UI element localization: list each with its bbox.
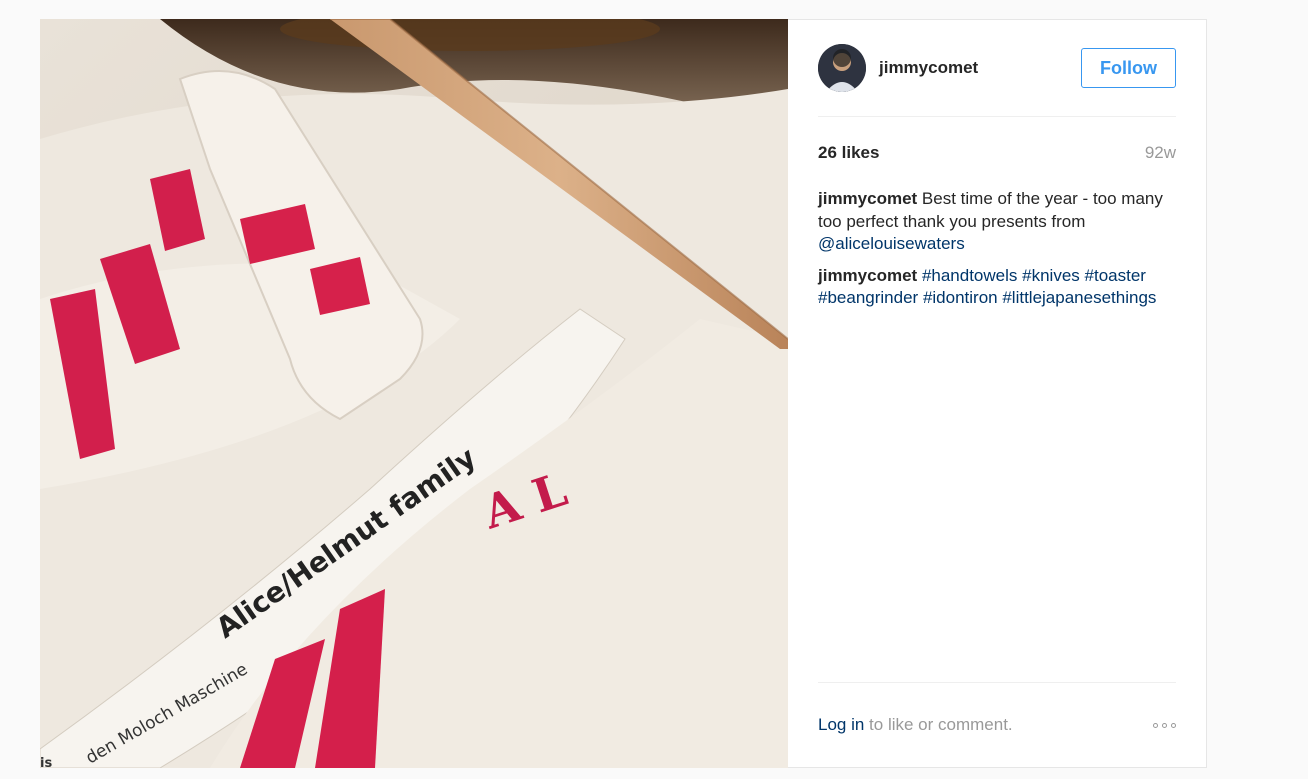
caption-comment: jimmycomet Best time of the year - too m… xyxy=(818,188,1176,256)
avatar-image xyxy=(818,44,866,92)
dot xyxy=(1162,722,1167,728)
hashtag-comment-author[interactable]: jimmycomet xyxy=(818,266,917,285)
likes-count[interactable]: 26 likes xyxy=(818,143,879,163)
hashtag-link[interactable]: #handtowels xyxy=(922,266,1017,285)
login-prompt-text: to like or comment. xyxy=(864,715,1013,734)
more-options-icon[interactable] xyxy=(1153,719,1176,732)
avatar[interactable] xyxy=(818,44,866,92)
hashtag-link[interactable]: #beangrinder xyxy=(818,288,918,307)
follow-button[interactable]: Follow xyxy=(1081,48,1176,88)
dot xyxy=(1153,722,1158,728)
post-card: Alice/Helmut family A L den Moloch Masch… xyxy=(40,19,1207,768)
hashtag-link[interactable]: #idontiron xyxy=(923,288,998,307)
header-username[interactable]: jimmycomet xyxy=(879,58,978,78)
post-header: jimmycomet Follow xyxy=(818,20,1176,117)
photo-side-letters: is xyxy=(40,756,52,768)
login-link[interactable]: Log in xyxy=(818,715,864,734)
post-age[interactable]: 92w xyxy=(1145,143,1176,163)
caption-author[interactable]: jimmycomet xyxy=(818,189,917,208)
login-prompt: Log in to like or comment. xyxy=(818,715,1013,735)
post-sidebar: jimmycomet Follow 26 likes 92w jimmycome… xyxy=(788,20,1206,767)
hashtag-link[interactable]: #littlejapanesethings xyxy=(1002,288,1156,307)
dot xyxy=(1171,722,1176,728)
comments-list: jimmycomet Best time of the year - too m… xyxy=(818,188,1176,310)
post-meta: 26 likes 92w xyxy=(818,143,1176,163)
hashtag-comment: jimmycomet #handtowels #knives #toaster … xyxy=(818,265,1176,310)
photo-illustration: Alice/Helmut family A L den Moloch Masch… xyxy=(40,19,788,768)
hashtag-link[interactable]: #toaster xyxy=(1085,266,1146,285)
post-footer: Log in to like or comment. xyxy=(818,682,1176,767)
post-photo[interactable]: Alice/Helmut family A L den Moloch Masch… xyxy=(40,19,788,768)
hashtag-link[interactable]: #knives xyxy=(1022,266,1080,285)
caption-mention[interactable]: @alicelouisewaters xyxy=(818,234,965,253)
